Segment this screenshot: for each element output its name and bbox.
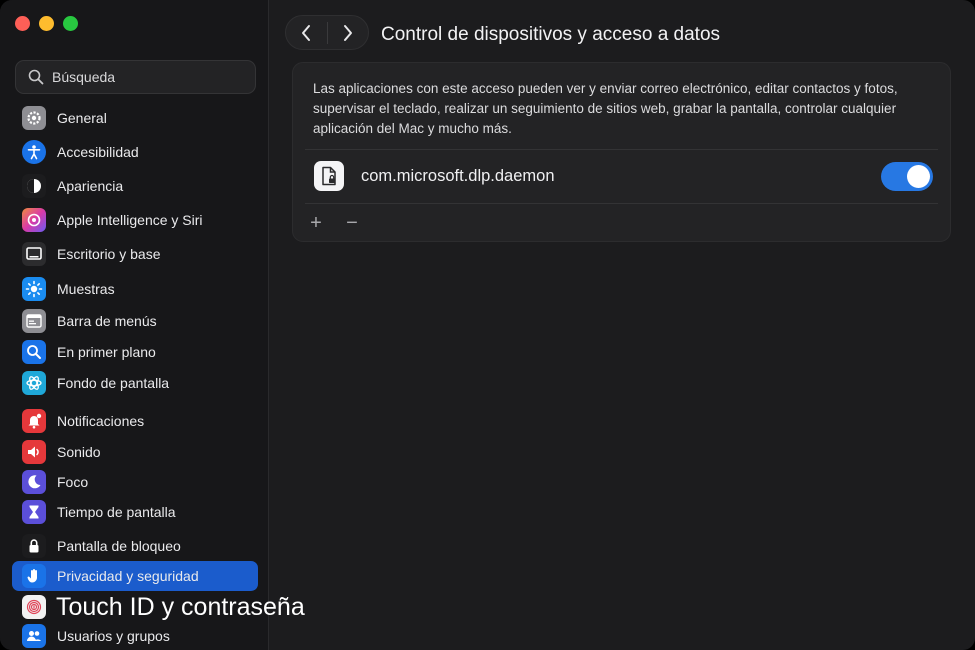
- app-row: com.microsoft.dlp.daemon: [293, 151, 950, 203]
- sidebar-item-accessibility[interactable]: Accesibilidad: [12, 137, 258, 167]
- sidebar-item-touch-id[interactable]: Touch ID y contraseña: [12, 592, 305, 622]
- toggle-knob: [907, 165, 930, 188]
- sidebar-item-wallpaper[interactable]: Fondo de pantalla: [12, 368, 258, 398]
- app-document-lock-icon: [314, 161, 344, 191]
- sidebar-item-desktop-dock[interactable]: Escritorio y base: [12, 239, 258, 269]
- menu-bar-icon: [22, 309, 46, 333]
- sidebar-item-screen-time[interactable]: Tiempo de pantalla: [12, 497, 258, 527]
- search-placeholder: Búsqueda: [52, 69, 116, 85]
- lock-icon: [22, 534, 46, 558]
- search-icon: [28, 69, 44, 85]
- forward-button[interactable]: [327, 15, 368, 50]
- chevron-left-icon: [302, 24, 311, 41]
- window-controls: [15, 16, 78, 31]
- sidebar-item-spotlight[interactable]: En primer plano: [12, 337, 258, 367]
- notifications-icon: [22, 409, 46, 433]
- app-name: com.microsoft.dlp.daemon: [361, 167, 555, 185]
- sidebar-item-displays[interactable]: Muestras: [12, 274, 258, 304]
- displays-icon: [22, 277, 46, 301]
- appearance-icon: [22, 174, 46, 198]
- focus-moon-icon: [22, 470, 46, 494]
- siri-icon: [22, 208, 46, 232]
- close-window-button[interactable]: [15, 16, 30, 31]
- app-access-toggle[interactable]: [881, 162, 933, 191]
- sidebar-item-siri[interactable]: Apple Intelligence y Siri: [12, 205, 258, 235]
- sidebar-item-focus[interactable]: Foco: [12, 467, 258, 497]
- navigation-buttons: [285, 15, 369, 50]
- sound-icon: [22, 440, 46, 464]
- wallpaper-icon: [22, 371, 46, 395]
- gear-icon: [22, 106, 46, 130]
- users-icon: [22, 624, 46, 648]
- hand-icon: [22, 564, 46, 588]
- row-divider: [305, 149, 938, 150]
- add-remove-bar: + −: [305, 211, 363, 235]
- sidebar-item-users-groups[interactable]: Usuarios y grupos: [12, 621, 258, 650]
- sidebar-item-menu-bar[interactable]: Barra de menús: [12, 306, 258, 336]
- page-title: Control de dispositivos y acceso a datos: [381, 24, 721, 45]
- accessibility-icon: [22, 140, 46, 164]
- access-description: Las aplicaciones con este acceso pueden …: [313, 81, 898, 136]
- row-divider: [305, 203, 938, 204]
- remove-app-button[interactable]: −: [341, 212, 363, 234]
- hourglass-icon: [22, 500, 46, 524]
- fingerprint-icon: [22, 595, 46, 619]
- chevron-right-icon: [343, 24, 352, 41]
- sidebar-item-privacy-security[interactable]: Privacidad y seguridad: [12, 561, 258, 591]
- minimize-window-button[interactable]: [39, 16, 54, 31]
- access-panel: Las aplicaciones con este acceso pueden …: [292, 62, 951, 242]
- settings-window: Búsqueda General Accesibilidad Aparienci…: [0, 0, 975, 650]
- sidebar-item-notifications[interactable]: Notificaciones: [12, 406, 258, 436]
- sidebar-item-lock-screen[interactable]: Pantalla de bloqueo: [12, 531, 258, 561]
- sidebar-item-general[interactable]: General: [12, 103, 258, 133]
- search-input[interactable]: Búsqueda: [15, 60, 256, 94]
- sidebar-item-appearance[interactable]: Apariencia: [12, 171, 258, 201]
- add-app-button[interactable]: +: [305, 212, 327, 234]
- zoom-window-button[interactable]: [63, 16, 78, 31]
- back-button[interactable]: [286, 15, 327, 50]
- sidebar-item-sound[interactable]: Sonido: [12, 437, 258, 467]
- spotlight-icon: [22, 340, 46, 364]
- dock-icon: [22, 242, 46, 266]
- sidebar: Búsqueda General Accesibilidad Aparienci…: [0, 0, 305, 650]
